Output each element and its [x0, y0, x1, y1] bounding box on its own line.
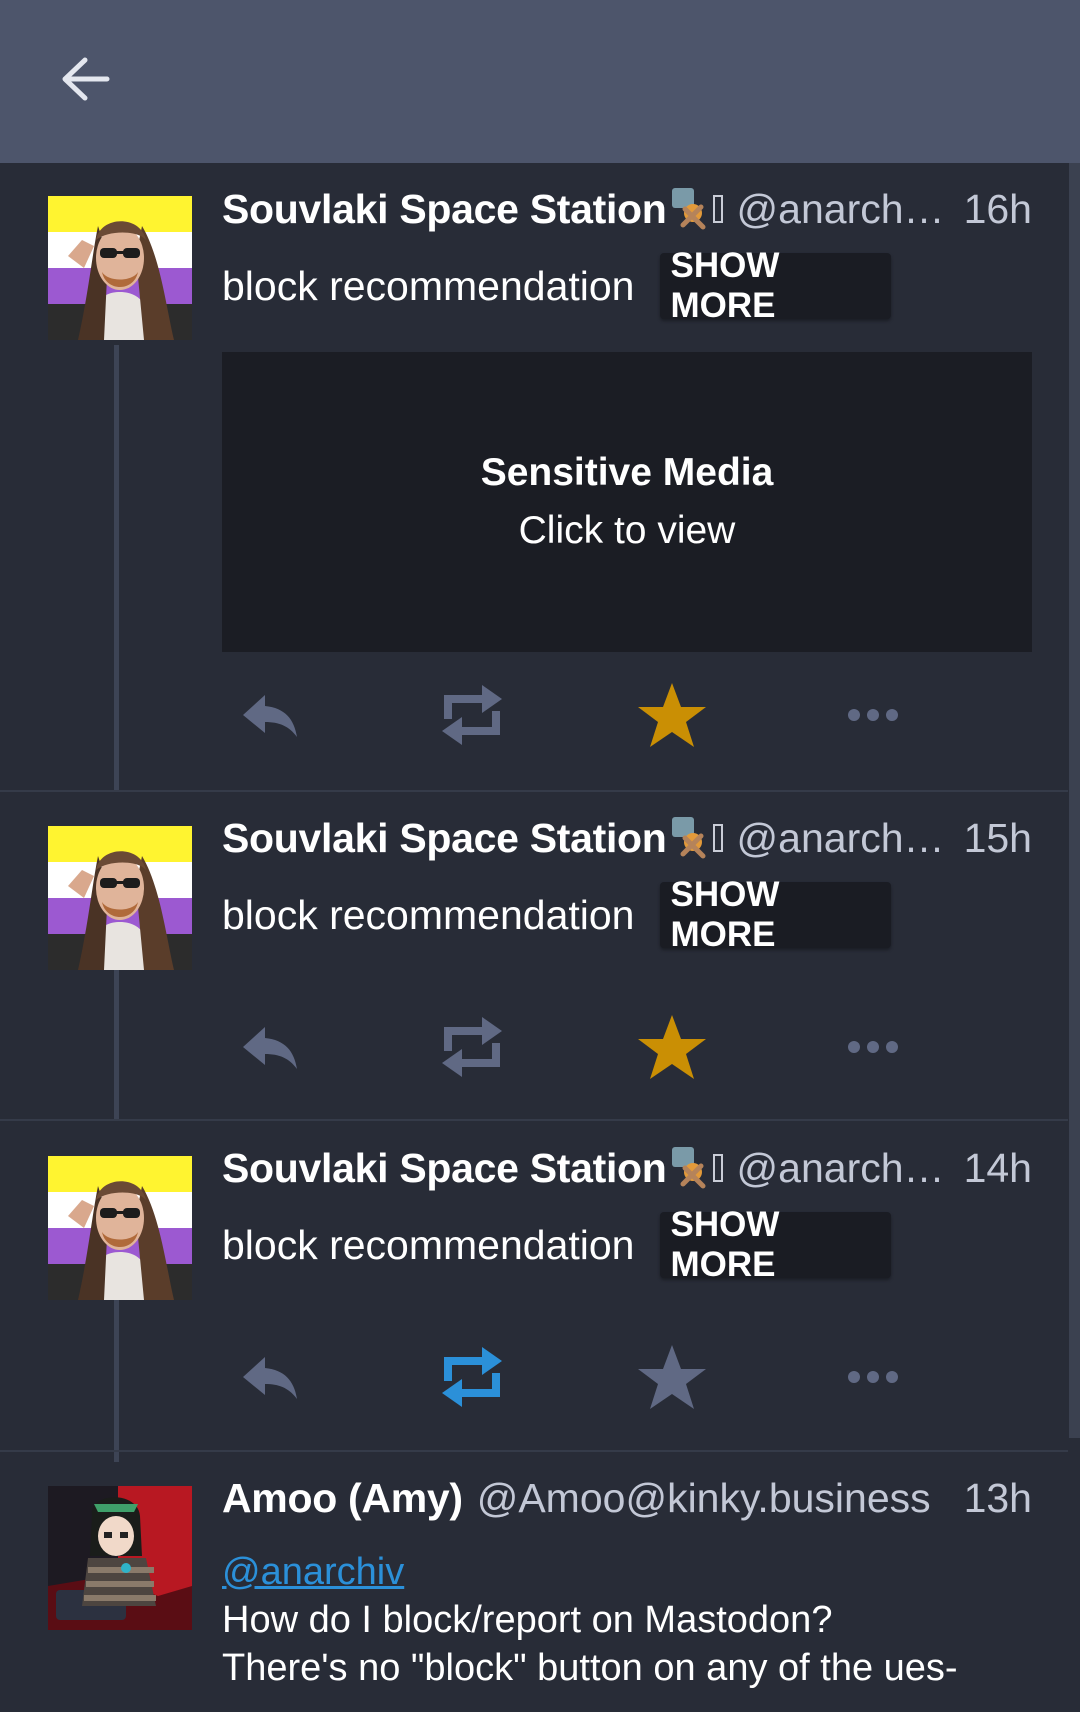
reply-button[interactable]: [225, 1007, 315, 1087]
status-header: Souvlaki Space Station @anarchi… 15h: [222, 811, 1032, 865]
arrow-left-icon: [62, 57, 110, 101]
more-button[interactable]: [828, 1337, 918, 1417]
display-name[interactable]: Amoo (Amy): [222, 1475, 463, 1522]
show-more-button[interactable]: SHOW MORE: [660, 1205, 892, 1284]
boost-button[interactable]: [427, 675, 517, 755]
favourite-button[interactable]: [627, 675, 717, 755]
ellipsis-icon: [848, 709, 898, 721]
back-button[interactable]: [50, 44, 120, 114]
favourite-button[interactable]: [627, 1337, 717, 1417]
avatar[interactable]: [48, 1156, 192, 1300]
avatar[interactable]: [48, 196, 192, 340]
boost-icon: [442, 685, 502, 745]
boost-icon: [442, 1347, 502, 1407]
status-item[interactable]: Amoo (Amy) @Amoo@kinky.business 13h @ana…: [0, 1452, 1068, 1712]
show-more-button[interactable]: SHOW MORE: [660, 246, 892, 325]
status-item[interactable]: Souvlaki Space Station @anarchi… 14h blo…: [0, 1122, 1068, 1452]
spoiler-text: block recommendation: [222, 1221, 635, 1268]
avatar[interactable]: [48, 826, 192, 970]
status-content: @anarchiv How do I block/report on Masto…: [222, 1548, 1038, 1692]
display-name[interactable]: Souvlaki Space Station: [222, 186, 667, 233]
spoiler-text: block recommendation: [222, 891, 635, 938]
action-bar: [222, 1007, 1032, 1087]
account-handle[interactable]: @anarchi…: [737, 186, 946, 233]
custom-emoji-icon: [671, 817, 706, 859]
reply-button[interactable]: [225, 675, 315, 755]
custom-emoji-icon: [671, 1147, 706, 1189]
status-item[interactable]: Souvlaki Space Station @anarchi… 15h blo…: [0, 792, 1068, 1121]
custom-emoji: [669, 185, 723, 233]
reply-button[interactable]: [225, 1337, 315, 1417]
sensitive-media-title: Sensitive Media: [480, 451, 774, 494]
action-bar: [222, 1337, 1032, 1417]
boost-button[interactable]: [427, 1337, 517, 1417]
boost-button[interactable]: [427, 1007, 517, 1087]
content-warning: block recommendation SHOW MORE: [222, 1205, 892, 1284]
status-time[interactable]: 13h: [964, 1475, 1032, 1522]
avatar[interactable]: [48, 1486, 192, 1630]
custom-emoji-icon: [671, 188, 706, 230]
account-handle[interactable]: @anarchi…: [737, 1145, 946, 1192]
favourite-button[interactable]: [627, 1007, 717, 1087]
mention-link[interactable]: @anarchiv: [222, 1551, 404, 1593]
status-item[interactable]: Souvlaki Space Station @anarchi… 16h blo…: [0, 163, 1068, 792]
status-header: Amoo (Amy) @Amoo@kinky.business 13h: [222, 1471, 1032, 1525]
boost-icon: [442, 1017, 502, 1077]
status-time[interactable]: 15h: [964, 815, 1032, 862]
reply-icon: [243, 1357, 297, 1399]
show-more-button[interactable]: SHOW MORE: [660, 875, 892, 954]
display-name[interactable]: Souvlaki Space Station: [222, 815, 667, 862]
star-icon: [638, 683, 706, 747]
action-bar: [222, 675, 1032, 755]
status-header: Souvlaki Space Station @anarchi… 16h: [222, 182, 1032, 236]
more-button[interactable]: [828, 675, 918, 755]
reply-icon: [243, 1027, 297, 1069]
content-warning: block recommendation SHOW MORE: [222, 875, 892, 954]
content-line: There's no "block" button on any of the …: [222, 1647, 958, 1689]
status-header: Souvlaki Space Station @anarchi… 14h: [222, 1141, 1032, 1195]
status-time[interactable]: 14h: [964, 1145, 1032, 1192]
ellipsis-icon: [848, 1041, 898, 1053]
content-warning: block recommendation SHOW MORE: [222, 246, 892, 325]
scrollbar[interactable]: [1069, 163, 1080, 1438]
spoiler-text: block recommendation: [222, 262, 635, 309]
sensitive-media-overlay[interactable]: Sensitive Media Click to view: [222, 352, 1032, 652]
account-handle[interactable]: @anarchi…: [737, 815, 946, 862]
custom-emoji: [669, 1144, 723, 1192]
ellipsis-icon: [848, 1371, 898, 1383]
sensitive-media-subtitle: Click to view: [518, 509, 736, 552]
reply-icon: [243, 695, 297, 737]
more-button[interactable]: [828, 1007, 918, 1087]
status-time[interactable]: 16h: [964, 186, 1032, 233]
custom-emoji: [669, 814, 723, 862]
app-bar: [0, 0, 1080, 163]
content-line: How do I block/report on Mastodon?: [222, 1599, 833, 1641]
star-icon: [638, 1015, 706, 1079]
display-name[interactable]: Souvlaki Space Station: [222, 1145, 667, 1192]
account-handle[interactable]: @Amoo@kinky.business: [477, 1475, 946, 1522]
star-icon: [638, 1345, 706, 1409]
